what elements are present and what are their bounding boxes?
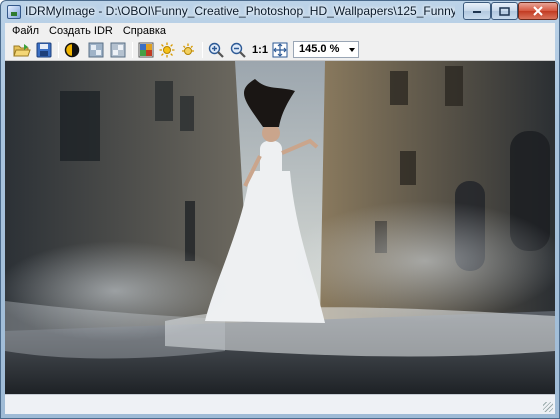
contrast-icon <box>64 42 80 58</box>
sun-icon <box>159 42 175 58</box>
zoom-level-select[interactable]: 145.0 % <box>293 41 359 58</box>
fit-to-window-button[interactable] <box>271 41 289 59</box>
minimize-icon <box>473 11 481 13</box>
displayed-photo <box>5 61 555 394</box>
image-adjust-button-2[interactable] <box>109 41 127 59</box>
menu-bar: Файл Создать IDR Справка <box>5 23 555 39</box>
close-icon <box>533 6 543 16</box>
close-button[interactable] <box>518 2 558 20</box>
actual-size-button[interactable]: 1:1 <box>249 41 271 59</box>
save-button[interactable] <box>35 41 53 59</box>
resize-grip[interactable] <box>543 402 553 412</box>
toolbar-separator <box>132 42 133 58</box>
zoom-in-button[interactable] <box>207 41 225 59</box>
image-viewer[interactable] <box>5 61 555 394</box>
image-grid-icon <box>110 42 126 58</box>
menu-help[interactable]: Справка <box>118 25 171 37</box>
status-bar <box>5 394 555 414</box>
brightness-down-button[interactable] <box>179 41 197 59</box>
toolbar-separator <box>202 42 203 58</box>
menu-create-idr[interactable]: Создать IDR <box>44 25 118 37</box>
sun-dim-icon <box>182 43 194 55</box>
open-folder-icon <box>13 44 31 57</box>
menu-file[interactable]: Файл <box>7 25 44 37</box>
app-icon <box>7 5 21 19</box>
color-grid-icon <box>138 42 154 58</box>
toolbar-separator <box>58 42 59 58</box>
brightness-up-button[interactable] <box>158 41 176 59</box>
open-button[interactable] <box>13 41 31 59</box>
fit-window-icon <box>272 42 288 58</box>
image-adjust-button-1[interactable] <box>87 41 105 59</box>
zoom-level-value: 145.0 % <box>299 43 340 55</box>
color-adjust-button[interactable] <box>137 41 155 59</box>
maximize-icon <box>499 6 510 16</box>
app-window: IDRMyImage - D:\OBOI\Funny_Creative_Phot… <box>0 0 560 419</box>
chevron-down-icon <box>349 48 355 52</box>
zoom-out-button[interactable] <box>229 41 247 59</box>
contrast-button[interactable] <box>63 41 81 59</box>
toolbar: 1:1 145.0 % <box>5 39 555 61</box>
save-icon <box>36 42 52 58</box>
maximize-button[interactable] <box>491 2 518 20</box>
zoom-out-icon <box>230 42 246 58</box>
zoom-in-icon <box>208 42 224 58</box>
minimize-button[interactable] <box>463 2 491 20</box>
window-title: IDRMyImage - D:\OBOI\Funny_Creative_Phot… <box>25 4 455 18</box>
image-grid-icon <box>88 42 104 58</box>
title-bar: IDRMyImage - D:\OBOI\Funny_Creative_Phot… <box>1 1 559 23</box>
